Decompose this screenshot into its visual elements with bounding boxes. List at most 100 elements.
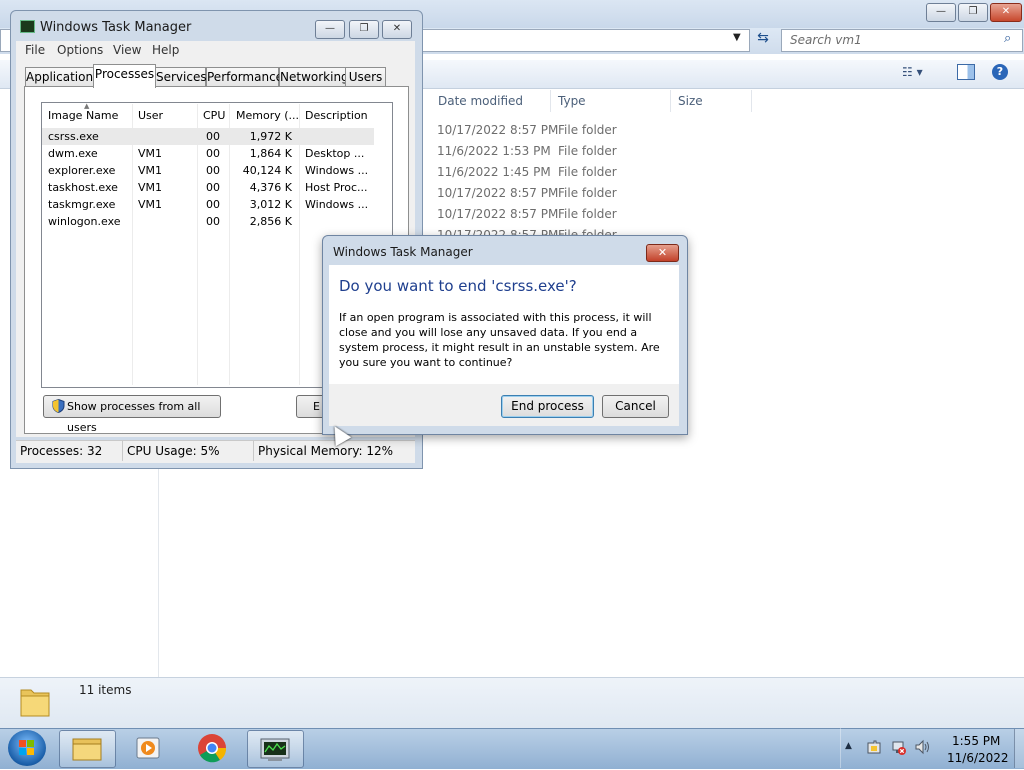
column-cpu[interactable]: CPU <box>203 103 229 125</box>
tray-divider <box>840 728 841 768</box>
uac-shield-icon <box>52 398 65 414</box>
network-disconnected-icon[interactable] <box>890 739 906 755</box>
view-options-icon[interactable]: ☷ ▾ <box>902 65 936 81</box>
item-count: 11 items <box>79 683 132 697</box>
column-separator[interactable] <box>670 90 671 112</box>
process-name: explorer.exe <box>48 164 116 177</box>
tab-users[interactable]: Users <box>345 67 386 87</box>
process-memory: 1,972 K <box>249 130 292 143</box>
process-cpu: 00 <box>206 147 220 160</box>
file-date: 10/17/2022 8:57 PM <box>437 186 559 200</box>
process-row-selected[interactable]: csrss.exe 00 1,972 K <box>42 128 374 145</box>
explorer-folder-icon <box>72 738 102 761</box>
process-cpu: 00 <box>206 215 220 228</box>
task-manager-icon <box>260 738 290 761</box>
menu-options[interactable]: Options <box>57 43 103 57</box>
process-row[interactable]: taskmgr.exe VM1 00 3,012 K Windows ... <box>42 196 374 213</box>
column-type[interactable]: Type <box>558 92 586 114</box>
explorer-close-button[interactable]: ✕ <box>990 3 1022 22</box>
search-icon[interactable]: ⌕ <box>1004 31 1011 46</box>
taskbar-chrome-button[interactable] <box>184 730 239 766</box>
column-user-name[interactable]: User Name <box>138 103 196 148</box>
address-dropdown-icon[interactable]: ▼ <box>733 32 741 43</box>
start-button[interactable] <box>8 730 46 766</box>
status-physical-memory: Physical Memory: 12% <box>258 444 394 458</box>
explorer-status-bar <box>0 677 1024 729</box>
dialog-title: Windows Task Manager <box>333 245 473 259</box>
end-process-label: E <box>313 400 320 413</box>
tab-processes[interactable]: Processes <box>93 64 156 88</box>
status-cpu-usage: CPU Usage: 5% <box>127 444 220 458</box>
tab-performance[interactable]: Performance <box>206 67 283 87</box>
status-divider <box>122 441 123 461</box>
tm-close-button[interactable]: ✕ <box>382 20 412 39</box>
file-type: File folder <box>558 144 617 158</box>
refresh-icon[interactable]: ⇆ <box>753 30 773 50</box>
process-user: VM1 <box>138 164 163 177</box>
process-memory: 2,856 K <box>249 215 292 228</box>
process-row[interactable]: explorer.exe VM1 00 40,124 K Windows ... <box>42 162 374 179</box>
show-desktop-button[interactable] <box>1014 729 1024 768</box>
file-date: 10/17/2022 8:57 PM <box>437 123 559 137</box>
process-name: dwm.exe <box>48 147 98 160</box>
taskbar-media-player-button[interactable] <box>121 730 176 766</box>
explorer-minimize-button[interactable]: — <box>926 3 956 22</box>
process-row[interactable]: winlogon.exe 00 2,856 K <box>42 213 374 230</box>
windows-logo-icon <box>19 740 34 755</box>
tab-services[interactable]: Services <box>155 67 207 87</box>
volume-icon[interactable] <box>914 739 932 755</box>
column-size[interactable]: Size <box>678 92 703 114</box>
column-description[interactable]: Description <box>305 103 373 125</box>
taskbar-task-manager-button[interactable] <box>247 730 304 768</box>
process-cpu: 00 <box>206 181 220 194</box>
clock-time[interactable]: 1:55 PM <box>952 734 1000 748</box>
file-type: File folder <box>558 165 617 179</box>
explorer-maximize-button[interactable]: ❐ <box>958 3 988 22</box>
process-row[interactable]: dwm.exe VM1 00 1,864 K Desktop ... <box>42 145 374 162</box>
column-separator[interactable] <box>751 90 752 112</box>
dialog-close-button[interactable]: ✕ <box>646 244 679 262</box>
action-center-icon[interactable] <box>866 739 882 755</box>
folder-icon <box>18 682 52 720</box>
process-name: taskmgr.exe <box>48 198 116 211</box>
process-name: taskhost.exe <box>48 181 118 194</box>
column-image-name[interactable]: Image Name <box>48 103 132 125</box>
file-type: File folder <box>558 186 617 200</box>
media-player-icon <box>136 737 160 759</box>
column-separator[interactable] <box>550 90 551 112</box>
tm-maximize-button[interactable]: ❐ <box>349 20 379 39</box>
show-all-processes-button[interactable]: Show processes from all users <box>43 395 221 434</box>
preview-pane-icon[interactable] <box>957 64 975 80</box>
process-description: Windows ... <box>305 198 369 211</box>
process-row[interactable]: taskhost.exe VM1 00 4,376 K Host Proc... <box>42 179 374 196</box>
process-memory: 1,864 K <box>249 147 292 160</box>
help-icon[interactable]: ? <box>992 64 1008 80</box>
process-memory: 4,376 K <box>249 181 292 194</box>
menu-file[interactable]: File <box>25 43 45 57</box>
taskbar-explorer-button[interactable] <box>59 730 116 768</box>
process-memory: 40,124 K <box>242 164 292 177</box>
end-process-confirm-button[interactable]: End process <box>501 395 594 418</box>
tab-applications[interactable]: Applications <box>25 67 99 87</box>
task-manager-app-icon[interactable] <box>20 20 35 33</box>
process-name: winlogon.exe <box>48 215 121 228</box>
clock-date[interactable]: 11/6/2022 <box>947 751 1009 765</box>
search-input[interactable]: Search vm1 ⌕ <box>781 29 1023 52</box>
tab-networking[interactable]: Networking <box>279 67 349 87</box>
column-date-modified[interactable]: Date modified <box>438 92 523 114</box>
task-manager-title: Windows Task Manager <box>40 20 192 35</box>
process-cpu: 00 <box>206 164 220 177</box>
search-placeholder: Search vm1 <box>790 33 862 47</box>
process-description: Host Proc... <box>305 181 368 194</box>
chrome-icon <box>198 734 227 763</box>
cancel-button[interactable]: Cancel <box>602 395 669 418</box>
file-date: 11/6/2022 1:45 PM <box>437 165 551 179</box>
process-name: csrss.exe <box>48 130 99 143</box>
tm-minimize-button[interactable]: — <box>315 20 345 39</box>
column-memory[interactable]: Memory (... <box>236 103 300 125</box>
show-hidden-icons-icon[interactable]: ▲ <box>845 741 852 751</box>
menu-help[interactable]: Help <box>152 43 179 57</box>
file-type: File folder <box>558 207 617 221</box>
dialog-message: If an open program is associated with th… <box>339 311 660 369</box>
menu-view[interactable]: View <box>113 43 141 57</box>
